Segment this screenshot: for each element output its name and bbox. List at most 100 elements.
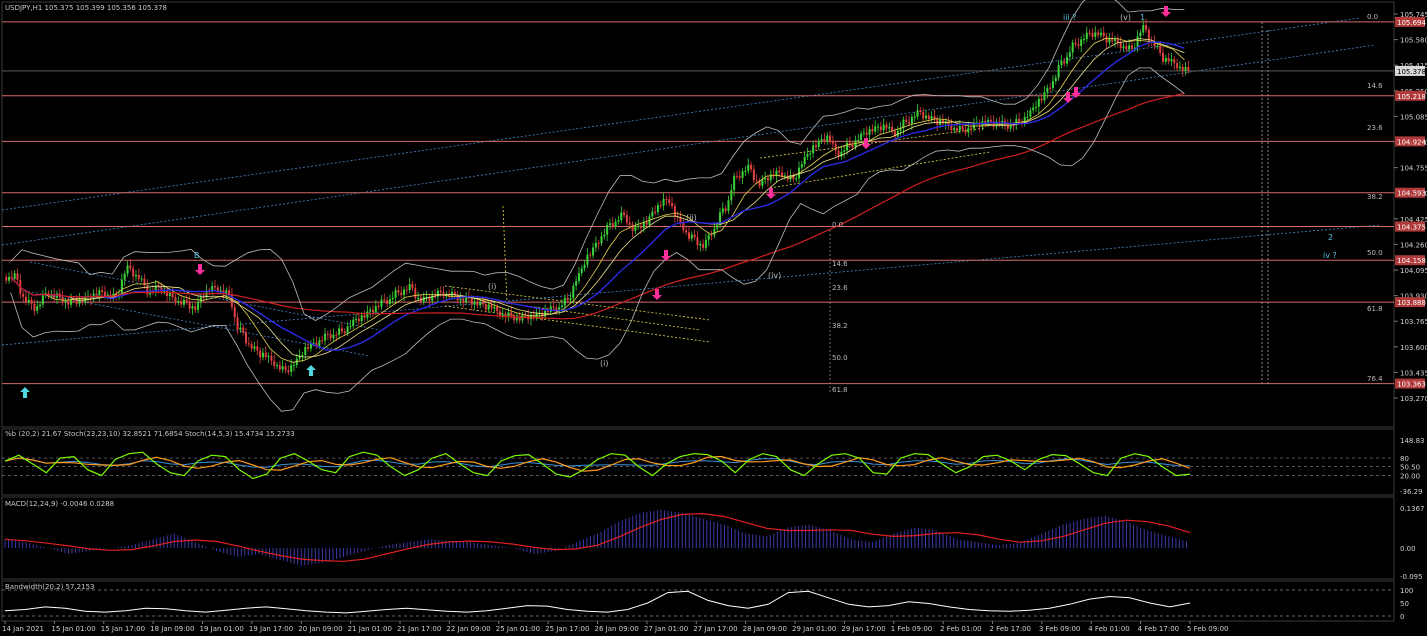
candle-body: [8, 276, 11, 281]
x-tick-label: 25 Jan 01:00: [496, 625, 540, 633]
candle-body: [913, 116, 916, 118]
bw-y-label: 50: [1400, 600, 1409, 608]
candle-body: [735, 175, 738, 177]
y-tick-label: 105.580: [1400, 37, 1427, 45]
candle-body: [795, 178, 798, 180]
fib-label-right: 76.4: [1367, 375, 1383, 383]
price-tag-label: 104.158: [1397, 257, 1426, 265]
candle-body: [637, 225, 640, 227]
trading-chart[interactable]: USDJPY,H1 105.375 105.399 105.356 105.37…: [0, 0, 1427, 636]
candle-body: [72, 299, 75, 301]
main-chart-title: USDJPY,H1 105.375 105.399 105.356 105.37…: [5, 4, 167, 12]
candle-body: [1043, 92, 1046, 101]
candle-body: [1046, 87, 1049, 93]
candle-body: [304, 346, 307, 355]
candle-body: [812, 145, 815, 154]
fib-label-mid: 14.6: [832, 260, 848, 268]
macd-y-label: 0.00: [1400, 545, 1416, 553]
candle-body: [620, 212, 623, 221]
fib-label-mid: 61.8: [832, 386, 848, 394]
candle-body: [403, 289, 406, 296]
candle-body: [329, 334, 332, 339]
candle-body: [766, 177, 769, 181]
sell-arrow-icon: [1161, 6, 1171, 17]
candle-body: [267, 355, 270, 357]
candle-body: [366, 311, 369, 318]
candle-body: [645, 222, 648, 225]
candle-body: [682, 222, 685, 231]
price-tag-label: 104.593: [1397, 190, 1426, 198]
candle-body: [417, 297, 420, 299]
price-tag: 104.593: [1395, 187, 1426, 198]
x-tick-label: 4 Feb 01:00: [1088, 625, 1129, 633]
candle-body: [340, 328, 343, 332]
candle-body: [41, 294, 44, 305]
candle-body: [422, 297, 425, 303]
candle-body: [202, 297, 205, 299]
price-tag: 104.924: [1395, 136, 1426, 147]
candle-body: [276, 365, 279, 367]
candle-body: [1130, 45, 1133, 49]
x-tick-label: 14 Jan 2021: [2, 625, 44, 633]
candle-body: [958, 126, 961, 131]
wave-label: (iv): [768, 271, 781, 280]
candle-body: [1018, 118, 1021, 122]
x-tick-label: 26 Jan 09:00: [595, 625, 639, 633]
price-tag-label: 105.218: [1397, 93, 1426, 101]
candle-body: [625, 214, 628, 223]
candle-body: [360, 315, 363, 322]
candle-body: [95, 293, 98, 296]
price-tag-label: 103.363: [1397, 381, 1426, 389]
candle-body: [120, 279, 123, 294]
candle-body: [580, 268, 583, 274]
candle-body: [868, 129, 871, 135]
candle-body: [1026, 116, 1029, 118]
candle-body: [724, 208, 727, 211]
candle-body: [922, 112, 925, 119]
candle-body: [307, 346, 310, 349]
candle-body: [515, 317, 518, 321]
candle-body: [400, 292, 403, 296]
candle-body: [640, 225, 643, 228]
candle-body: [479, 301, 482, 306]
price-tag: 105.218: [1395, 90, 1426, 101]
candle-body: [1178, 66, 1181, 69]
candle-body: [642, 222, 645, 228]
candle-body: [834, 143, 837, 151]
candle-body: [905, 119, 908, 122]
candle-body: [1176, 63, 1179, 69]
candle-body: [803, 156, 806, 165]
candle-body: [411, 284, 414, 289]
candle-body: [371, 309, 374, 313]
candle-body: [270, 355, 273, 361]
candle-body: [242, 327, 245, 333]
candle-body: [826, 135, 829, 142]
candle-body: [888, 126, 891, 129]
candle-body: [22, 293, 25, 297]
candle-body: [343, 331, 346, 334]
osc-y-label: 50.50: [1400, 464, 1420, 472]
candle-body: [101, 290, 104, 292]
x-tick-label: 1 Feb 09:00: [891, 625, 932, 633]
candle-body: [933, 116, 936, 119]
candle-body: [134, 274, 137, 277]
candle-body: [651, 211, 654, 217]
candle-body: [39, 304, 42, 307]
candle-body: [755, 180, 758, 182]
candle-body: [713, 228, 716, 236]
candle-body: [137, 274, 140, 279]
candle-body: [180, 301, 183, 305]
candle-body: [301, 354, 304, 356]
wave-label: iii ?: [1063, 13, 1076, 22]
candle-body: [950, 125, 953, 131]
candle-body: [1080, 39, 1083, 47]
x-tick-label: 28 Jan 09:00: [743, 625, 787, 633]
price-tag-label: 105.694: [1397, 19, 1426, 27]
candle-body: [36, 306, 39, 311]
candle-body: [860, 133, 863, 140]
osc-y-label: 80: [1400, 455, 1409, 463]
candle-body: [589, 254, 592, 256]
candle-body: [194, 306, 197, 310]
candle-body: [64, 301, 67, 303]
trendline-overlays: [1, 17, 1381, 394]
